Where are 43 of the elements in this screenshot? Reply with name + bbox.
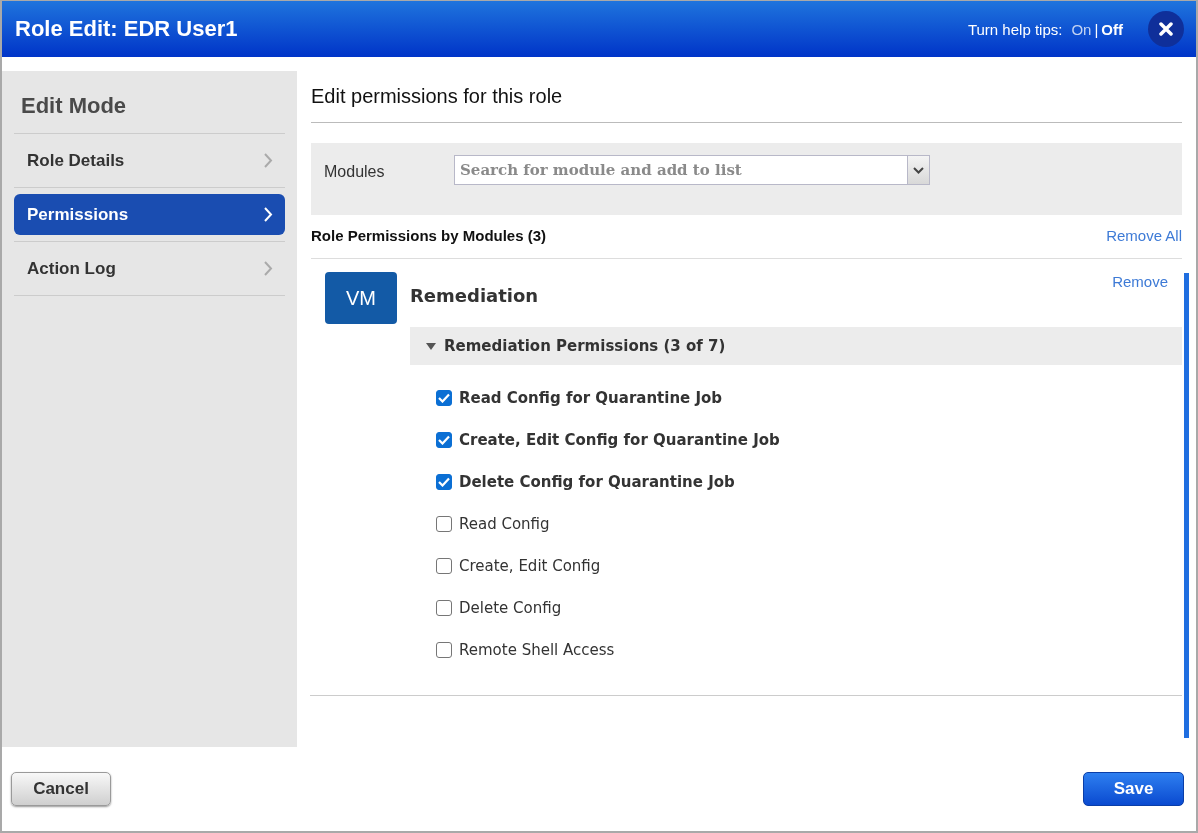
permission-label: Create, Edit Config [459, 557, 601, 575]
permission-label: Read Config [459, 515, 550, 533]
permission-label: Remote Shell Access [459, 641, 615, 659]
remove-link[interactable]: Remove [1112, 273, 1168, 327]
scrollbar[interactable] [1184, 273, 1189, 738]
close-icon [1159, 22, 1173, 36]
sidebar-item[interactable]: Action Log [14, 248, 285, 289]
permission-label: Read Config for Quarantine Job [459, 389, 723, 407]
module-badge: VM [325, 272, 397, 324]
checkbox[interactable] [436, 390, 452, 406]
help-tips-label: Turn help tips: [967, 20, 1063, 38]
save-button[interactable]: Save [1083, 772, 1184, 806]
help-tips-option[interactable]: Off [1098, 20, 1126, 38]
cancel-button[interactable]: Cancel [11, 772, 111, 806]
checkbox[interactable] [436, 642, 452, 658]
triangle-down-icon [426, 341, 436, 351]
chevron-right-icon [264, 153, 273, 168]
remove-all-link[interactable]: Remove All [1106, 227, 1182, 244]
permission-label: Delete Config [459, 599, 562, 617]
caret-down-icon [913, 166, 924, 174]
modules-label: Modules [324, 162, 386, 181]
checkbox[interactable] [436, 558, 452, 574]
close-button[interactable] [1148, 11, 1184, 47]
permission-label: Delete Config for Quarantine Job [459, 473, 735, 491]
permission-label: Create, Edit Config for Quarantine Job [459, 431, 780, 449]
window-title: Role Edit: EDR User1 [15, 16, 239, 42]
permission-group-header[interactable]: Remediation Permissions (3 of 7) [410, 327, 1182, 365]
checkbox[interactable] [436, 600, 452, 616]
checkbox[interactable] [436, 516, 452, 532]
page-heading: Edit permissions for this role [311, 71, 1182, 123]
sidebar-item[interactable]: Role Details [14, 140, 285, 181]
chevron-right-icon [264, 261, 273, 276]
section-title: Role Permissions by Modules (3) [311, 227, 547, 244]
module-search-field[interactable]: Search for module and add to list [454, 155, 907, 185]
sidebar-title: Edit Mode [14, 89, 285, 134]
checkbox[interactable] [436, 432, 452, 448]
module-name: Remediation [410, 284, 539, 308]
checkbox[interactable] [436, 474, 452, 490]
chevron-right-icon [264, 207, 273, 222]
sidebar-item[interactable]: Permissions [14, 194, 285, 235]
help-tips-option[interactable]: On [1068, 20, 1095, 38]
dropdown-button[interactable] [907, 155, 930, 185]
separator: | [1094, 20, 1099, 38]
